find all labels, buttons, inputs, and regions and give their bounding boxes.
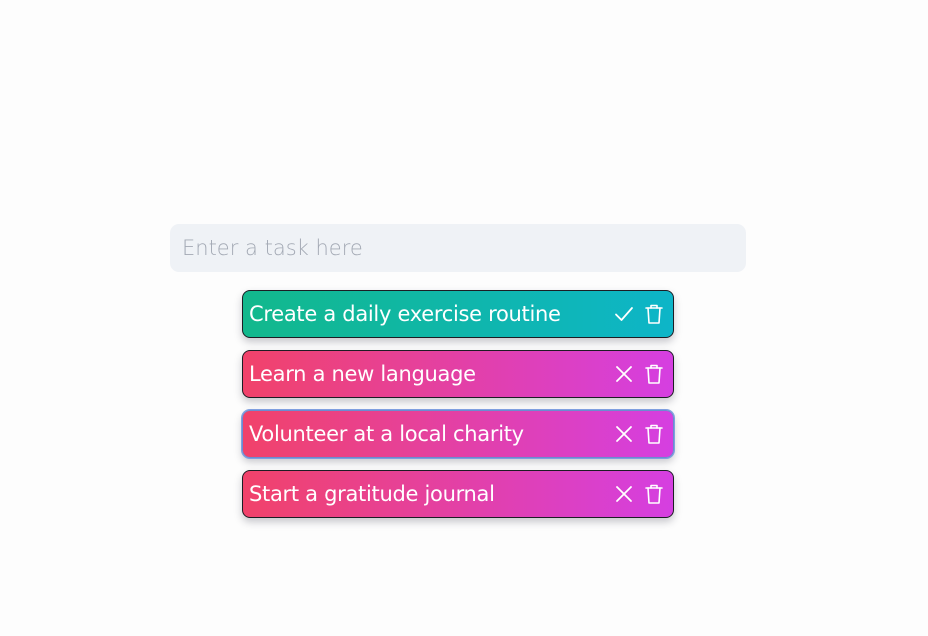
task-input[interactable] <box>170 224 746 272</box>
task-item[interactable]: Volunteer at a local charity <box>242 410 674 458</box>
todo-app: Create a daily exercise routine Learn <box>0 0 928 636</box>
trash-icon[interactable] <box>643 303 665 325</box>
task-actions <box>605 363 665 385</box>
task-list: Create a daily exercise routine Learn a … <box>242 290 674 530</box>
x-icon[interactable] <box>613 363 635 385</box>
task-item[interactable]: Create a daily exercise routine <box>242 290 674 338</box>
task-item[interactable]: Start a gratitude journal <box>242 470 674 518</box>
trash-icon[interactable] <box>643 423 665 445</box>
task-actions <box>605 303 665 325</box>
task-actions <box>605 423 665 445</box>
trash-icon[interactable] <box>643 363 665 385</box>
x-icon[interactable] <box>613 423 635 445</box>
task-actions <box>605 483 665 505</box>
task-text: Learn a new language <box>249 361 476 386</box>
trash-icon[interactable] <box>643 483 665 505</box>
x-icon[interactable] <box>613 483 635 505</box>
check-icon[interactable] <box>613 303 635 325</box>
task-item[interactable]: Learn a new language <box>242 350 674 398</box>
task-text: Start a gratitude journal <box>249 481 495 506</box>
task-text: Volunteer at a local charity <box>249 421 524 446</box>
task-text: Create a daily exercise routine <box>249 301 561 326</box>
